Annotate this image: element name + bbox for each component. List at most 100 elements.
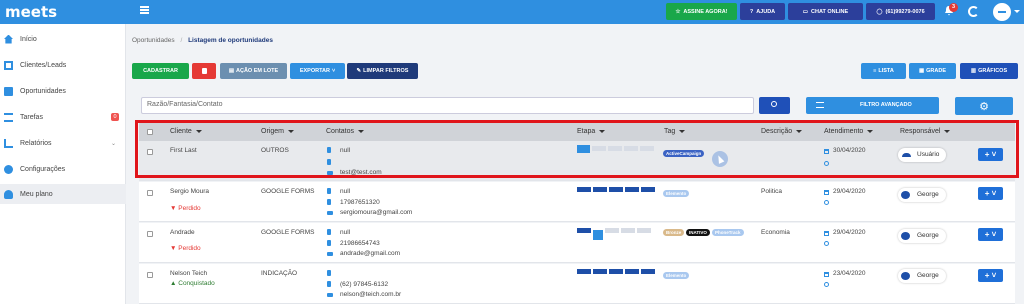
tasks-badge: 0 — [111, 113, 119, 121]
stage-step — [593, 187, 607, 192]
app-root: meets ☆ ASSINE AGORA! ? AJUDA ▭ CHAT ONLINE… — [0, 0, 1024, 304]
limpar-label: LIMPAR FILTROS — [363, 68, 409, 74]
delete-button[interactable] — [192, 63, 216, 79]
tag-badge[interactable]: Elemento — [663, 190, 690, 197]
row-cliente[interactable]: Nelson Teich — [170, 270, 207, 277]
table-row[interactable]: Nelson Teich ▲ Conquistado INDICAÇÃO (62… — [139, 264, 1015, 304]
row-email[interactable]: nelson@teich.com.br — [340, 291, 401, 298]
sidebar-item-label: Início — [20, 35, 37, 43]
breadcrumb-current: Listagem de oportunidades — [188, 37, 273, 44]
sidebar-item-meu-plano[interactable]: Meu plano — [0, 184, 126, 204]
view-lista-button[interactable]: ≡ LISTA — [861, 63, 906, 79]
responsible-chip[interactable]: George — [898, 229, 946, 243]
help-button[interactable]: ? AJUDA — [740, 3, 785, 20]
row-email[interactable]: sergiomoura@gmail.com — [340, 209, 412, 216]
sidebar-item-label: Tarefas — [20, 113, 43, 121]
avatar — [901, 232, 910, 240]
stage-progress — [577, 269, 655, 274]
search-icon — [771, 101, 777, 107]
chat-button[interactable]: ▭ CHAT ONLINE — [788, 3, 863, 20]
cadastrar-button[interactable]: CADASTRAR — [132, 63, 189, 79]
row-checkbox[interactable] — [147, 231, 153, 237]
stage-step — [621, 228, 635, 233]
caret-down-icon: ˅ — [331, 68, 336, 74]
advanced-filter-button[interactable]: FILTRO AVANÇADO — [806, 97, 939, 114]
grade-label: GRADE — [926, 68, 947, 74]
table-row[interactable]: Andrade ▼ Perdido GOOGLE FORMS null 2198… — [139, 223, 1015, 263]
whatsapp-icon: ◯ — [876, 8, 883, 15]
brand-logo[interactable]: meets — [0, 0, 126, 24]
sidebar-item-configuracoes[interactable]: Configurações — [0, 159, 126, 179]
sidebar-item-tarefas[interactable]: Tarefas 0 — [0, 107, 126, 127]
row-origem: GOOGLE FORMS — [261, 188, 315, 195]
row-checkbox[interactable] — [147, 190, 153, 196]
row-actions-button[interactable]: + ˅ — [978, 187, 1003, 200]
grid-icon: ▦ — [918, 68, 925, 74]
tag-badge[interactable]: Elemento — [663, 272, 690, 279]
phone-icon — [327, 229, 331, 235]
sidebar-item-oportunidades[interactable]: Oportunidades — [0, 81, 126, 101]
search-input[interactable]: Razão/Fantasia/Contato — [141, 97, 754, 114]
user-avatar[interactable] — [993, 3, 1011, 21]
sidebar-item-label: Oportunidades — [20, 87, 66, 95]
row-mobile: 21986654743 — [340, 240, 380, 247]
row-origem: GOOGLE FORMS — [261, 229, 315, 236]
row-cliente[interactable]: Sergio Moura — [170, 188, 209, 195]
status-label: Conquistado — [178, 280, 215, 287]
advanced-filter-label: FILTRO AVANÇADO — [860, 102, 912, 108]
row-cliente[interactable]: Andrade — [170, 229, 195, 236]
menu-toggle-icon[interactable] — [140, 6, 149, 14]
responsible-chip[interactable]: George — [898, 188, 946, 202]
chevron-down-icon[interactable]: ⌄ — [111, 140, 116, 147]
row-descricao: Politica — [761, 188, 782, 195]
acao-em-lote-button[interactable]: ▤ AÇÃO EM LOTE — [220, 63, 287, 79]
bar-chart-icon: ▥ — [970, 68, 977, 74]
stage-step — [593, 269, 607, 274]
breadcrumb-root[interactable]: Oportunidades — [132, 37, 175, 44]
view-graficos-button[interactable]: ▥ GRÁFICOS — [960, 63, 1018, 79]
sidebar-item-clientes[interactable]: Clientes/Leads — [0, 55, 126, 75]
clock-icon — [824, 282, 829, 287]
row-descricao: Economia — [761, 229, 790, 236]
stage-step — [641, 187, 655, 192]
row-mobile: 17987651320 — [340, 199, 380, 206]
tag-badge[interactable]: PhoneTrack — [712, 229, 744, 236]
stage-step — [641, 269, 655, 274]
stage-step — [609, 187, 623, 192]
view-grade-button[interactable]: ▦ GRADE — [909, 63, 956, 79]
breadcrumb-separator: / — [180, 37, 183, 44]
user-icon — [4, 189, 13, 199]
refresh-icon[interactable] — [968, 6, 979, 17]
row-checkbox[interactable] — [147, 272, 153, 278]
calendar-icon — [824, 190, 829, 195]
tag-badge[interactable]: INATIVO — [686, 229, 710, 236]
avatar — [901, 272, 910, 280]
email-icon — [327, 252, 333, 256]
gear-icon — [4, 164, 13, 174]
chat-label: CHAT ONLINE — [811, 8, 849, 15]
search-button[interactable] — [759, 97, 790, 114]
status-label: Perdido — [178, 245, 201, 252]
gear-icon: ⚙ — [979, 100, 989, 113]
table-settings-button[interactable]: ⚙ — [955, 97, 1013, 115]
exportar-button[interactable]: EXPORTAR ˅ — [290, 63, 345, 79]
sidebar-item-inicio[interactable]: Início — [0, 29, 126, 49]
sidebar-item-relatorios[interactable]: Relatórios ⌄ — [0, 133, 126, 153]
chevron-down-icon[interactable] — [1014, 10, 1020, 13]
subscribe-button[interactable]: ☆ ASSINE AGORA! — [666, 3, 737, 20]
stage-step — [577, 187, 591, 192]
help-icon: ? — [749, 8, 754, 15]
stage-step — [577, 228, 591, 233]
table-row[interactable]: Sergio Moura ▼ Perdido GOOGLE FORMS null… — [139, 182, 1015, 222]
limpar-filtros-button[interactable]: ✎ LIMPAR FILTROS — [347, 63, 418, 79]
stage-step — [605, 228, 619, 233]
row-actions-button[interactable]: + ˅ — [978, 269, 1003, 282]
tag-badge[interactable]: Bronze — [663, 229, 685, 236]
row-origem: INDICAÇÃO — [261, 270, 298, 277]
row-actions-button[interactable]: + ˅ — [978, 228, 1003, 241]
row-email[interactable]: andrade@gmail.com — [340, 250, 400, 257]
whatsapp-button[interactable]: ◯ (61)99279-0076 — [866, 3, 935, 20]
list-icon: ≡ — [873, 68, 877, 74]
responsible-chip[interactable]: George — [898, 269, 946, 283]
avatar — [901, 191, 910, 199]
